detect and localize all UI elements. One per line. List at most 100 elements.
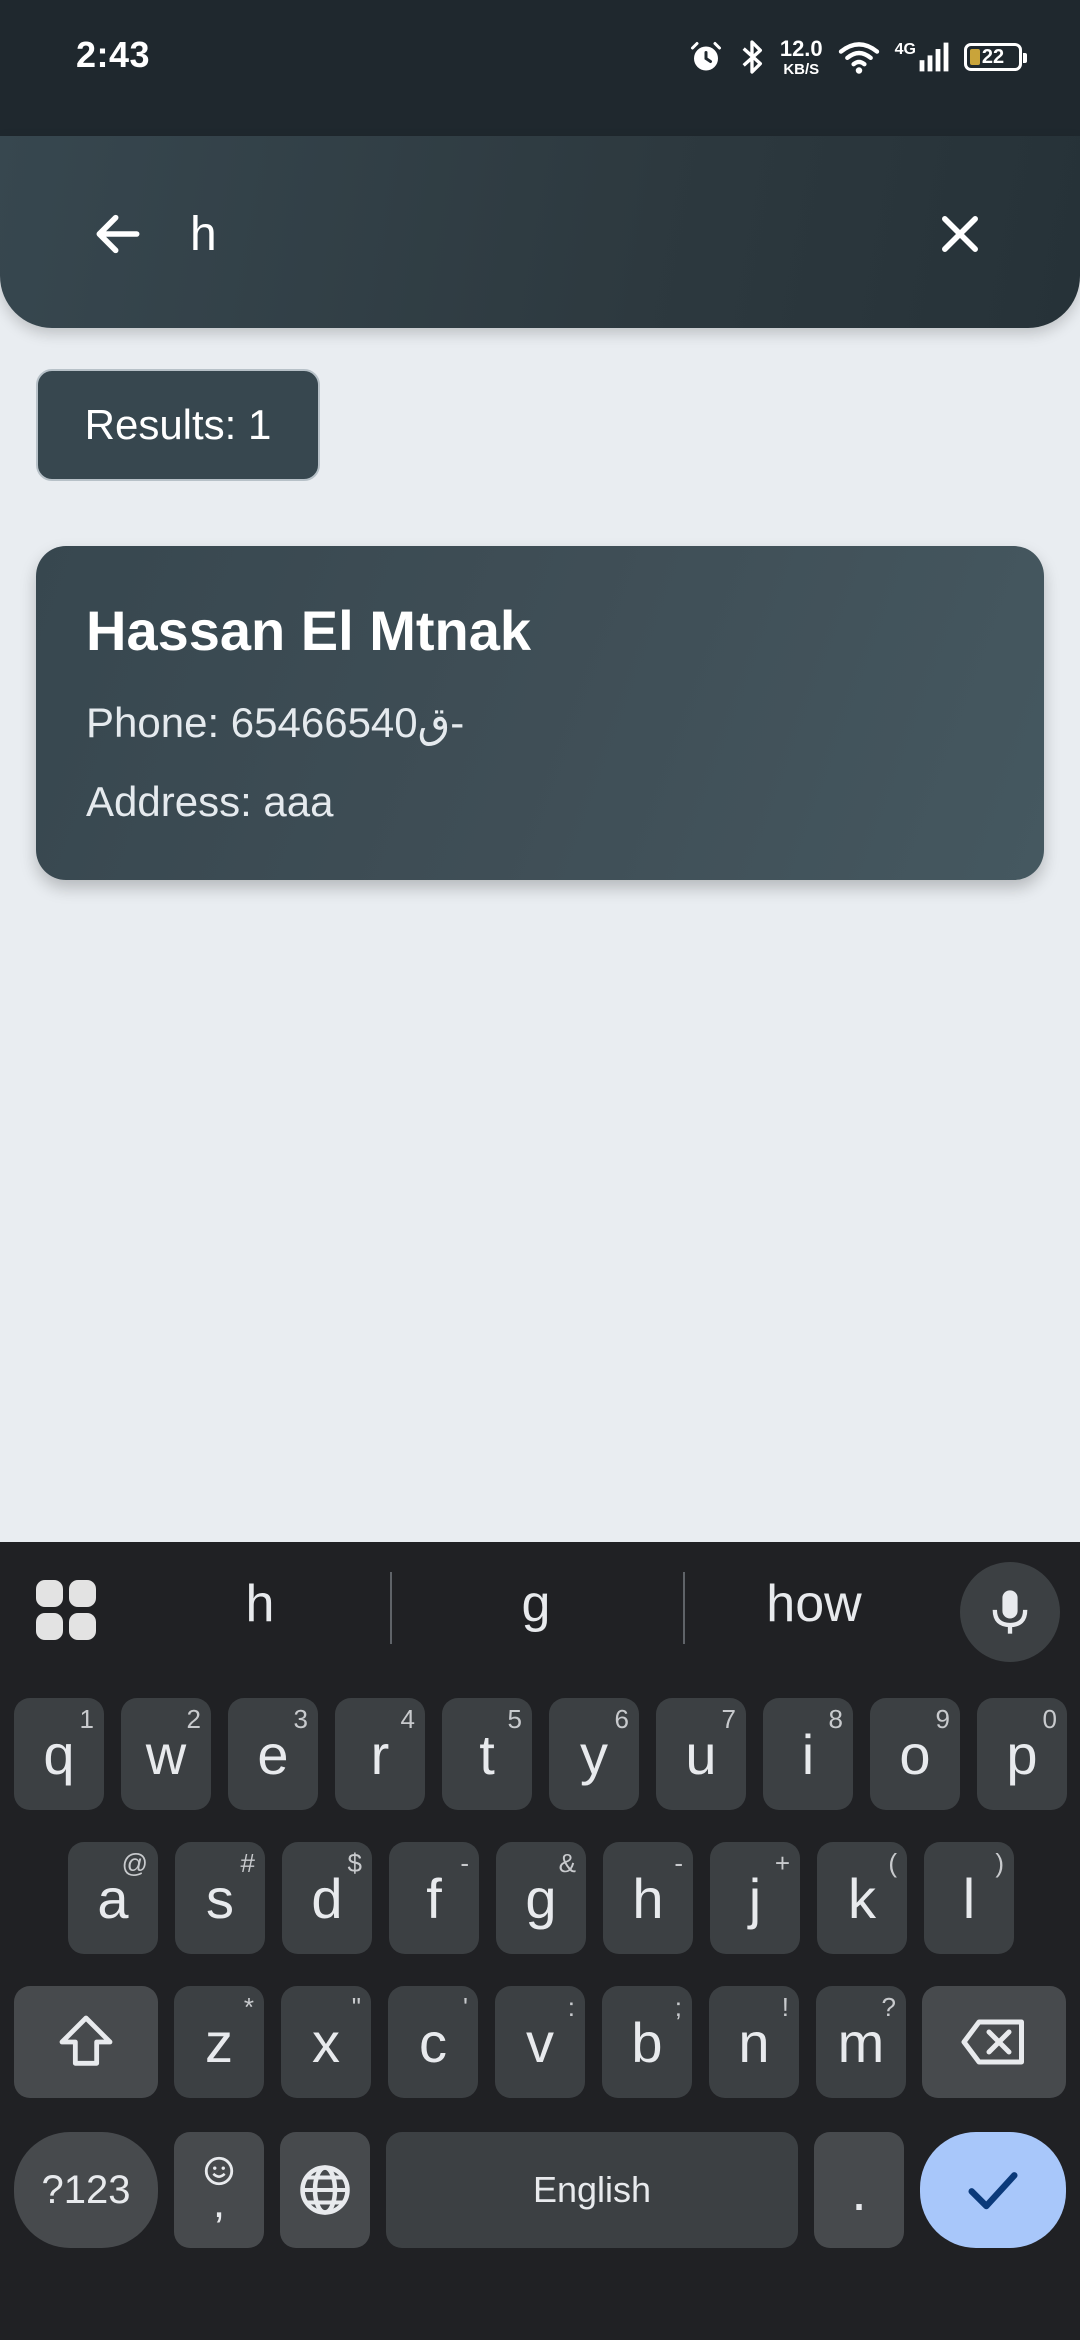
key-hint: ) (995, 1848, 1004, 1878)
key-hint: - (674, 1848, 683, 1878)
suggestion-1[interactable]: h (200, 1574, 320, 1634)
key-hint: ; (674, 1992, 682, 2022)
key-label: f (426, 1866, 442, 1930)
close-icon (942, 216, 978, 252)
language-key[interactable] (280, 2132, 370, 2248)
back-button[interactable] (86, 202, 150, 266)
key-label: u (685, 1722, 717, 1786)
suggestion-3[interactable]: how (734, 1574, 894, 1634)
key-hint: : (567, 1992, 575, 2022)
key-u[interactable]: u7 (656, 1698, 746, 1810)
status-icons: 12.0 KB/S 4G 22 (688, 32, 1027, 82)
status-bar: 2:43 12.0 KB/S 4G 22 (0, 0, 1080, 136)
key-r[interactable]: r4 (335, 1698, 425, 1810)
key-label: o (899, 1722, 931, 1786)
key-a[interactable]: a @ (68, 1842, 158, 1954)
status-time: 2:43 (76, 34, 151, 75)
key-s[interactable]: s # (175, 1842, 265, 1954)
key-h[interactable]: h- (603, 1842, 693, 1954)
microphone-icon (992, 1590, 1028, 1634)
key-label: r (370, 1722, 390, 1786)
key-label: i (801, 1722, 815, 1786)
key-w[interactable]: w2 (121, 1698, 211, 1810)
key-hint: 5 (507, 1704, 522, 1734)
apps-grid-icon[interactable] (36, 1580, 96, 1640)
network-speed: 12.0 KB/S (779, 35, 823, 78)
key-label: d (311, 1866, 343, 1930)
key-label: k (848, 1866, 876, 1930)
key-label: t (479, 1722, 495, 1786)
key-v[interactable]: v: (495, 1986, 585, 2098)
key-label: l (962, 1866, 976, 1930)
key-y[interactable]: y6 (549, 1698, 639, 1810)
results-count-badge: Results: 1 (36, 369, 320, 481)
key-f[interactable]: f- (389, 1842, 479, 1954)
key-hint: ? (881, 1992, 896, 2022)
key-m[interactable]: m? (816, 1986, 906, 2098)
emoji-comma-key[interactable]: , (174, 2132, 264, 2248)
key-label: w (145, 1722, 187, 1786)
suggestion-divider (390, 1572, 392, 1644)
globe-icon (300, 2165, 350, 2215)
key-label: m (837, 2010, 885, 2074)
bluetooth-icon (742, 40, 762, 74)
network-type: 4G (894, 41, 916, 58)
network-speed-value: 12.0 (779, 35, 823, 61)
key-hint: 7 (721, 1704, 736, 1734)
backspace-key[interactable] (922, 1986, 1066, 2098)
key-k[interactable]: k( (817, 1842, 907, 1954)
symbols-key[interactable]: ?123 (14, 2132, 158, 2248)
key-label: n (738, 2010, 770, 2074)
battery-level: 22 (981, 45, 1005, 68)
shift-icon (59, 2015, 113, 2066)
space-key[interactable]: English (386, 2132, 798, 2248)
key-i[interactable]: i8 (763, 1698, 853, 1810)
key-hint: 8 (828, 1704, 843, 1734)
key-n[interactable]: n! (709, 1986, 799, 2098)
voice-input-button[interactable] (960, 1562, 1060, 1662)
key-label: y (580, 1722, 608, 1786)
contact-address: Address: aaa (86, 778, 334, 825)
key-hint: 4 (400, 1704, 415, 1734)
key-label: z (205, 2010, 233, 2074)
contact-card[interactable]: Hassan El Mtnak Phone: 65466540ق- Addres… (36, 546, 1044, 880)
search-input[interactable] (190, 196, 890, 272)
key-hint: 6 (614, 1704, 629, 1734)
key-q[interactable]: q1 (14, 1698, 104, 1810)
key-label: q (43, 1722, 75, 1786)
enter-key[interactable] (920, 2132, 1066, 2248)
battery-icon: 22 (964, 43, 1027, 71)
key-label: c (419, 2010, 447, 2074)
key-hint: 0 (1042, 1704, 1057, 1734)
key-l[interactable]: l) (924, 1842, 1014, 1954)
period-key[interactable]: . (814, 2132, 904, 2248)
key-e[interactable]: e3 (228, 1698, 318, 1810)
key-c[interactable]: c ' (388, 1986, 478, 2098)
key-label: s (206, 1866, 234, 1930)
key-d[interactable]: d $ (282, 1842, 372, 1954)
key-z[interactable]: z * (174, 1986, 264, 2098)
network-speed-unit: KB/S (783, 60, 820, 78)
suggestion-divider (683, 1572, 685, 1644)
key-g[interactable]: g & (496, 1842, 586, 1954)
key-t[interactable]: t5 (442, 1698, 532, 1810)
key-x[interactable]: x " (281, 1986, 371, 2098)
key-hint: + (774, 1848, 790, 1878)
key-hint: 9 (935, 1704, 950, 1734)
key-p[interactable]: p0 (977, 1698, 1067, 1810)
key-hint: 2 (186, 1704, 201, 1734)
key-o[interactable]: o9 (870, 1698, 960, 1810)
clear-search-button[interactable] (928, 202, 992, 266)
key-label: g (525, 1866, 557, 1930)
key-hint: * (243, 1992, 254, 2022)
key-hint: ! (781, 1992, 789, 2022)
key-hint: 3 (293, 1704, 308, 1734)
contact-phone: Phone: 65466540ق- (86, 699, 465, 746)
key-hint: ' (463, 1992, 468, 2022)
shift-key[interactable] (14, 1986, 158, 2098)
key-label: h (632, 1866, 664, 1930)
key-hint: - (460, 1848, 469, 1878)
key-b[interactable]: b; (602, 1986, 692, 2098)
suggestion-2[interactable]: g (476, 1574, 596, 1634)
key-j[interactable]: j + (710, 1842, 800, 1954)
